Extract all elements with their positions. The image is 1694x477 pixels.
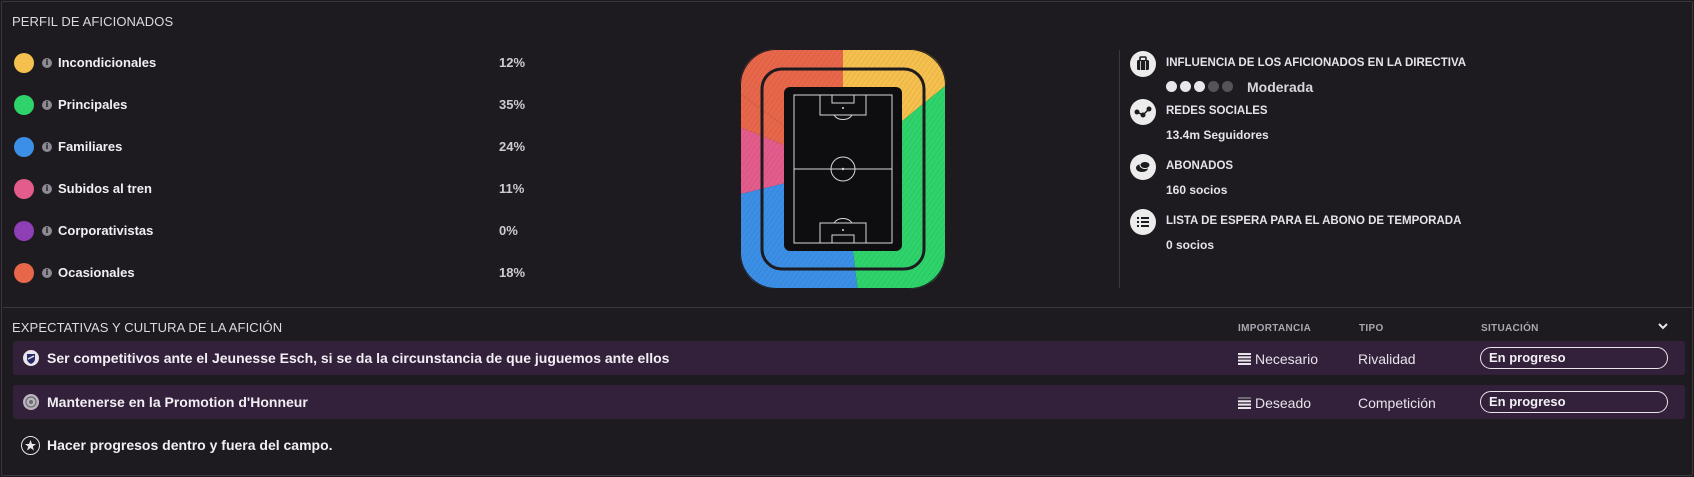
waiting-list-block: LISTA DE ESPERA PARA EL ABONO DE TEMPORA… <box>1130 209 1610 259</box>
expectation-text: Mantenerse en la Promotion d'Honneur <box>47 394 308 410</box>
level-dot-filled <box>1166 81 1177 92</box>
info-icon[interactable]: i <box>42 100 52 110</box>
column-header-status[interactable]: SITUACIÓN <box>1481 323 1539 334</box>
horizontal-divider <box>3 307 1693 308</box>
expectation-row[interactable]: Ser competitivos ante el Jeunesse Esch, … <box>13 341 1685 375</box>
fan-group-row[interactable]: i Familiares 24% <box>14 135 534 159</box>
fan-color-dot <box>14 95 34 115</box>
column-header-importance[interactable]: IMPORTANCIA <box>1238 323 1311 334</box>
fan-group-percent: 18% <box>499 265 526 280</box>
type-value: Competición <box>1358 395 1436 411</box>
level-dot-filled <box>1180 81 1191 92</box>
league-badge-icon <box>23 394 39 410</box>
season-ticket-label: ABONADOS <box>1166 160 1234 172</box>
info-icon[interactable]: i <box>42 226 52 236</box>
fan-group-row[interactable]: i Principales 35% <box>14 93 534 117</box>
vertical-divider <box>1119 50 1120 288</box>
status-badge: En progreso <box>1480 347 1668 369</box>
fan-color-dot <box>14 179 34 199</box>
level-dot-empty <box>1208 81 1219 92</box>
stadium-graphic <box>740 49 946 289</box>
importance-value: Necesario <box>1255 351 1319 367</box>
fan-group-name: Principales <box>58 97 128 112</box>
expectation-row[interactable]: Hacer progresos dentro y fuera del campo… <box>13 429 1685 463</box>
fan-group-name: Incondicionales <box>58 55 157 70</box>
type-value: Rivalidad <box>1358 351 1416 367</box>
fan-group-name: Subidos al tren <box>58 181 152 196</box>
fan-color-dot <box>14 53 34 73</box>
board-influence-value: Moderada <box>1247 79 1314 95</box>
fan-group-row[interactable]: i Corporativistas 0% <box>14 219 534 243</box>
expectation-text: Hacer progresos dentro y fuera del campo… <box>47 437 333 453</box>
level-dot-empty <box>1222 81 1233 92</box>
importance-value: Deseado <box>1255 395 1312 411</box>
stadium-svg <box>740 49 946 289</box>
status-badge: En progreso <box>1480 391 1668 413</box>
fan-group-name: Ocasionales <box>58 265 135 280</box>
fan-group-name: Familiares <box>58 139 123 154</box>
waiting-list-label: LISTA DE ESPERA PARA EL ABONO DE TEMPORA… <box>1166 215 1462 227</box>
fan-group-percent: 24% <box>499 139 526 154</box>
club-crest-icon <box>23 350 39 366</box>
fan-group-percent: 35% <box>499 97 526 112</box>
list-icon <box>1130 209 1156 235</box>
fan-group-row[interactable]: i Ocasionales 18% <box>14 261 534 285</box>
info-icon[interactable]: i <box>42 268 52 278</box>
fan-color-dot <box>14 137 34 157</box>
season-ticket-block: ABONADOS 160 socios <box>1130 154 1610 204</box>
importance-bars-icon <box>1238 397 1251 409</box>
importance-bars-icon <box>1238 353 1251 365</box>
expectations-title: EXPECTATIVAS Y CULTURA DE LA AFICIÓN <box>12 320 283 335</box>
info-icon[interactable]: i <box>42 58 52 68</box>
network-icon <box>1130 99 1156 125</box>
status-text: En progreso <box>1489 394 1566 409</box>
expectation-text: Ser competitivos ante el Jeunesse Esch, … <box>47 350 670 366</box>
fan-profile-title: PERFIL DE AFICIONADOS <box>12 14 174 29</box>
info-icon[interactable]: i <box>42 184 52 194</box>
board-influence-block: INFLUENCIA DE LOS AFICIONADOS EN LA DIRE… <box>1130 51 1610 101</box>
social-media-block: REDES SOCIALES 13.4m Seguidores <box>1130 99 1610 149</box>
fan-group-percent: 12% <box>499 55 526 70</box>
social-media-value: 13.4m Seguidores <box>1166 128 1269 142</box>
fan-color-dot <box>14 221 34 241</box>
fan-group-name: Corporativistas <box>58 223 154 238</box>
level-dot-filled <box>1194 81 1205 92</box>
column-header-type[interactable]: TIPO <box>1359 323 1384 334</box>
board-influence-label: INFLUENCIA DE LOS AFICIONADOS EN LA DIRE… <box>1166 57 1467 69</box>
social-media-label: REDES SOCIALES <box>1166 105 1268 117</box>
fan-panel: PERFIL DE AFICIONADOS i Incondicionales … <box>1 1 1693 476</box>
status-text: En progreso <box>1489 350 1566 365</box>
info-icon[interactable]: i <box>42 142 52 152</box>
fan-group-row[interactable]: i Subidos al tren 11% <box>14 177 534 201</box>
waiting-list-value: 0 socios <box>1166 238 1215 252</box>
fan-group-percent: 0% <box>499 223 518 238</box>
ticket-icon <box>1130 154 1156 180</box>
season-ticket-value: 160 socios <box>1166 183 1228 197</box>
fan-group-row[interactable]: i Incondicionales 12% <box>14 51 534 75</box>
star-icon <box>21 436 40 455</box>
fan-group-percent: 11% <box>499 181 525 196</box>
briefcase-icon <box>1130 51 1156 77</box>
chevron-down-icon[interactable] <box>1657 320 1669 332</box>
fan-color-dot <box>14 263 34 283</box>
expectation-row[interactable]: Mantenerse en la Promotion d'Honneur Des… <box>13 385 1685 419</box>
